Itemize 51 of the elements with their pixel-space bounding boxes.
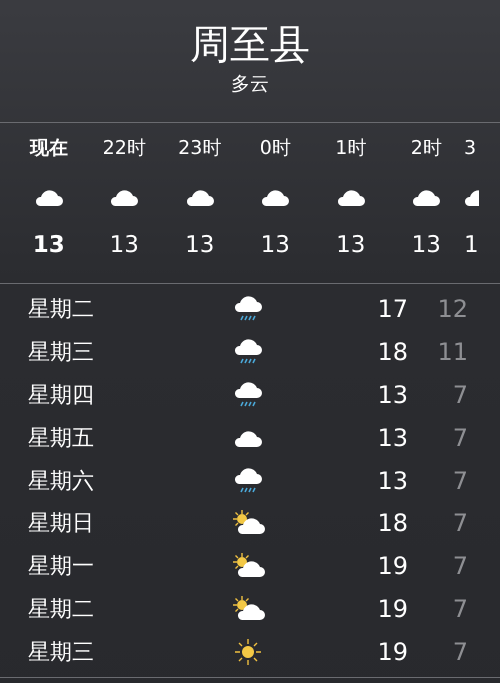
low-temperature: 12 <box>436 295 468 324</box>
hour-label: 现在 <box>30 136 68 160</box>
hour-label: 1时 <box>335 136 366 160</box>
low-temperature: 7 <box>452 509 468 538</box>
high-temperature: 13 <box>376 466 408 495</box>
low-temperature: 7 <box>452 380 468 409</box>
hour-label: 3 <box>464 136 476 160</box>
high-temperature: 17 <box>376 295 408 324</box>
day-label: 星期三 <box>28 339 95 368</box>
high-temperature: 19 <box>376 638 408 666</box>
day-label: 星期日 <box>28 510 95 538</box>
high-temperature: 19 <box>376 552 408 580</box>
cloud-icon <box>34 188 63 208</box>
high-temperature: 18 <box>376 509 408 538</box>
hour-temperature: 13 <box>336 231 366 260</box>
day-label: 星期四 <box>28 382 95 410</box>
high-temperature: 13 <box>376 380 408 409</box>
cloud-icon <box>336 188 365 208</box>
hour-label: 23时 <box>178 136 222 160</box>
day-label: 星期二 <box>28 596 95 624</box>
cloud-icon <box>186 188 214 208</box>
hour-temperature: 13 <box>412 231 441 260</box>
low-temperature: 7 <box>452 638 468 666</box>
hour-temperature: 13 <box>260 231 290 260</box>
cloud-icon <box>412 188 440 208</box>
day-label: 星期六 <box>28 468 95 496</box>
hour-label: 22时 <box>102 136 146 160</box>
hour-label: 2时 <box>410 136 442 160</box>
low-temperature: 7 <box>452 424 468 452</box>
cloud-icon <box>261 188 290 208</box>
low-temperature: 11 <box>436 338 468 366</box>
hour-label: 0时 <box>260 136 291 160</box>
day-label: 星期五 <box>28 424 95 453</box>
hour-temperature: 13 <box>32 231 65 260</box>
hour-temperature: 13 <box>185 231 214 260</box>
high-temperature: 19 <box>376 594 408 623</box>
day-label: 星期二 <box>28 296 95 324</box>
weather-condition: 多云 <box>231 72 269 96</box>
sun-icon <box>233 636 263 667</box>
low-temperature: 7 <box>452 466 468 495</box>
day-label: 星期三 <box>28 638 95 667</box>
high-temperature: 18 <box>376 338 408 366</box>
city-name: 周至县 <box>190 22 310 68</box>
hour-temperature: 13 <box>110 231 139 260</box>
day-label: 星期一 <box>28 553 95 582</box>
cloud-icon <box>110 188 138 208</box>
cloud-icon <box>464 188 479 208</box>
low-temperature: 7 <box>452 594 468 623</box>
high-temperature: 13 <box>376 424 408 452</box>
hour-temperature: 1 <box>464 231 479 260</box>
low-temperature: 7 <box>452 552 468 580</box>
